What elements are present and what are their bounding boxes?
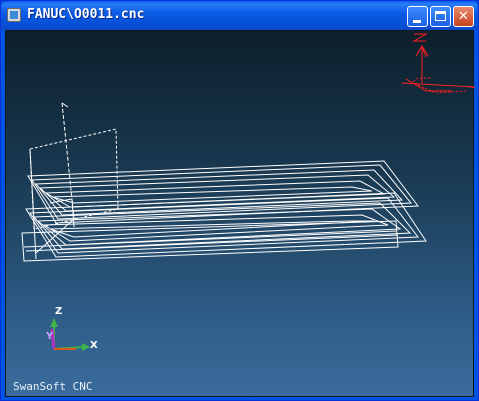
- maximize-button[interactable]: [430, 6, 451, 27]
- toolpath-wireframe: [21, 102, 427, 262]
- reference-marker: [401, 33, 475, 94]
- window-title: FANUC\O0011.cnc: [27, 7, 145, 22]
- title-bar[interactable]: FANUC\O0011.cnc ✕: [1, 1, 478, 30]
- close-button[interactable]: ✕: [453, 6, 474, 27]
- axis-x-label: X: [90, 340, 98, 351]
- 3d-viewport[interactable]: Z X Y SwanSoft CNC: [5, 30, 475, 397]
- ref-z-label: [412, 33, 428, 42]
- brand-label: SwanSoft CNC: [13, 380, 93, 393]
- app-window: FANUC\O0011.cnc ✕ Z X Y SwanSoft CNC: [0, 0, 479, 401]
- minimize-button[interactable]: [407, 6, 428, 27]
- axis-z-label: Z: [55, 306, 63, 317]
- axis-y-label: Y: [46, 331, 54, 342]
- toolpath-view: [21, 33, 475, 351]
- app-icon[interactable]: [7, 8, 21, 22]
- axis-triad: [50, 318, 90, 351]
